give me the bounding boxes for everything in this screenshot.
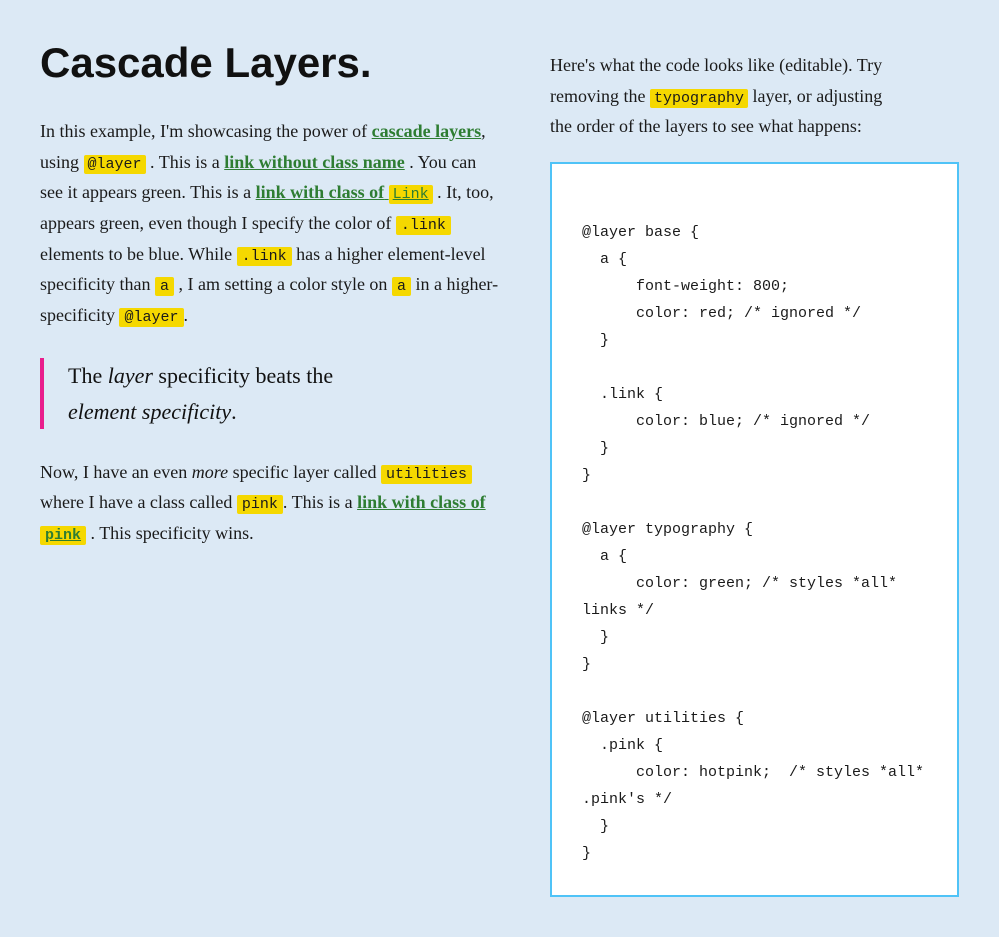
second-paragraph: Now, I have an even more specific layer …: [40, 457, 500, 549]
p2-mid2: where I have a class called: [40, 492, 232, 512]
a-badge2: a: [392, 277, 411, 296]
sentence8: .: [184, 305, 189, 325]
a-badge: a: [155, 277, 174, 296]
sentence1: . This is a: [150, 152, 220, 172]
pink-link-text: link with class of: [357, 492, 486, 512]
right-line4: the order of the layers to see what happ…: [550, 116, 862, 136]
right-line2: removing the: [550, 86, 645, 106]
page-title: Cascade Layers.: [40, 40, 500, 86]
right-line3: layer, or adjusting: [753, 86, 883, 106]
link-badge3: .link: [237, 247, 292, 266]
link-without-class[interactable]: link without class name: [224, 152, 405, 172]
utilities-badge: utilities: [381, 465, 472, 484]
page-layout: Cascade Layers. In this example, I'm sho…: [40, 40, 959, 897]
p2-mid: specific layer called: [233, 462, 377, 482]
p2-final: . This specificity wins.: [91, 523, 254, 543]
at-layer-badge2: @layer: [119, 308, 183, 327]
pink-badge: pink: [237, 495, 283, 514]
sentence6: , I am setting a color style on: [178, 274, 387, 294]
right-column: Here's what the code looks like (editabl…: [550, 40, 959, 897]
intro-paragraph: In this example, I'm showcasing the powe…: [40, 116, 500, 330]
blockquote-italic1: layer: [108, 363, 153, 388]
link-with-class-label: link with class of: [256, 182, 385, 202]
right-intro-text: Here's what the code looks like (editabl…: [550, 50, 959, 142]
pink-highlight: pink: [40, 526, 86, 545]
typography-badge: typography: [650, 89, 748, 108]
link-badge2: .link: [396, 216, 451, 235]
p2-start: Now, I have an even: [40, 462, 187, 482]
sentence4: elements to be blue. While: [40, 244, 232, 264]
at-layer-badge: @layer: [84, 155, 146, 174]
left-column: Cascade Layers. In this example, I'm sho…: [40, 40, 500, 897]
blockquote: The layer specificity beats the element …: [40, 358, 500, 428]
link-badge: Link: [389, 185, 433, 204]
p2-more-italic: more: [192, 462, 228, 482]
right-line1: Here's what the code looks like (editabl…: [550, 55, 882, 75]
link-with-class-text[interactable]: link with class of Link: [256, 182, 433, 202]
blockquote-italic2: element specificity: [68, 399, 231, 424]
intro-text-start: In this example, I'm showcasing the powe…: [40, 121, 367, 141]
p2-end: . This is a: [283, 492, 353, 512]
cascade-layers-link[interactable]: cascade layers: [372, 121, 481, 141]
blockquote-text: The layer specificity beats the element …: [68, 358, 500, 428]
code-editor[interactable]: @layer base { a { font-weight: 800; colo…: [550, 162, 959, 897]
